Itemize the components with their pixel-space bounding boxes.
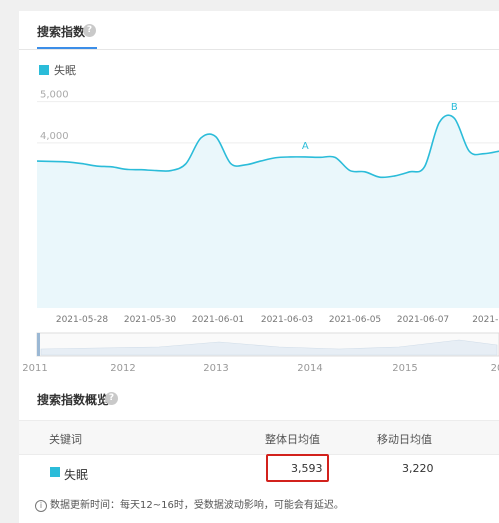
year-label: 2011 [22, 363, 47, 374]
year-label: 2013 [203, 363, 228, 374]
x-tick-label: 2021-06-01 [192, 315, 244, 325]
x-tick-label: 2021-05-28 [56, 315, 109, 325]
column-mobile-avg: 移动日均值 [377, 433, 432, 446]
search-index-panel: 搜索指数 ? 失眠 5,0004,0003,0002,0001,000AB202… [19, 11, 499, 523]
column-overall-avg: 整体日均值 [265, 433, 320, 446]
year-label: 2012 [110, 363, 135, 374]
x-tick-label: 2021-06 [472, 315, 499, 325]
x-tick-label: 2021-06-03 [261, 315, 313, 325]
update-note: i 数据更新时间：每天12~16时，受数据波动影响，可能会有延迟。 [35, 496, 344, 512]
range-handle-left[interactable] [37, 333, 40, 356]
keyword-cell: 失眠 [64, 468, 89, 482]
highlight-box [266, 454, 329, 482]
x-tick-label: 2021-05-30 [124, 315, 177, 325]
info-icon: i [35, 500, 47, 512]
annotation-a: A [302, 141, 309, 152]
year-label: 2015 [392, 363, 417, 374]
trend-chart[interactable]: 5,0004,0003,0002,0001,000AB2021-05-28202… [19, 11, 499, 381]
column-keyword: 关键词 [49, 433, 82, 446]
x-tick-label: 2021-06-07 [397, 315, 449, 325]
x-tick-label: 2021-06-05 [329, 315, 381, 325]
table-header: 关键词 整体日均值 移动日均值 [19, 420, 499, 455]
y-tick-label: 5,000 [40, 90, 69, 101]
year-label: 2014 [297, 363, 322, 374]
annotation-b: B [451, 102, 458, 113]
year-label: 20 [491, 363, 499, 374]
question-icon[interactable]: ? [105, 392, 118, 405]
y-tick-label: 4,000 [40, 131, 69, 142]
keyword-swatch [50, 467, 60, 477]
overview-title: 搜索指数概览 [37, 393, 110, 407]
mobile-avg-cell: 3,220 [402, 462, 434, 475]
